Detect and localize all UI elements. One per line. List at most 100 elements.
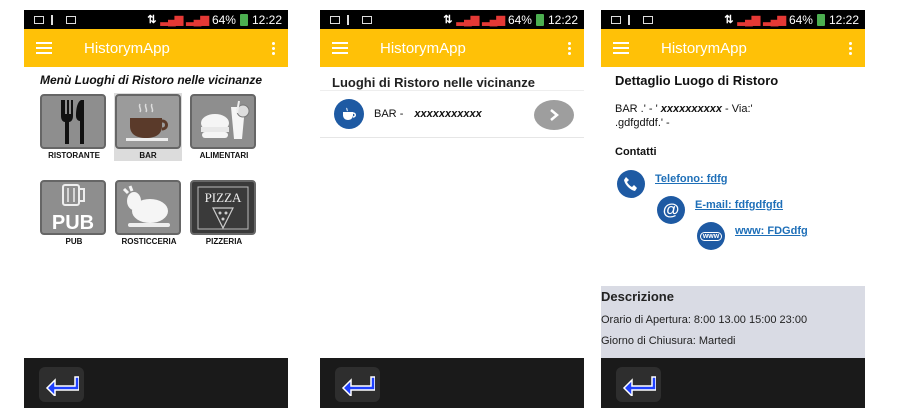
bottom-bar <box>601 358 865 408</box>
data-transfer-icon: ⇅ <box>443 14 453 26</box>
beer-mug-icon: PUB <box>40 180 106 235</box>
tile-label: ROSTICCERIA <box>121 237 177 246</box>
phone-link[interactable]: Telefono: fdfg <box>655 173 728 185</box>
screen-icon <box>611 15 621 24</box>
menu-icon[interactable] <box>36 42 52 54</box>
battery-percent: 64% <box>211 12 236 27</box>
address: BAR .' - ' xxxxxxxxxx - Via:' .gdfgdfdf.… <box>601 88 865 130</box>
cutlery-icon <box>40 94 106 149</box>
signal-icon-2: ▂▄▆ <box>482 14 505 26</box>
opening-hours: Orario di Apertura: 8:00 13.00 15:00 23:… <box>601 314 808 326</box>
overflow-menu-icon[interactable] <box>272 41 276 55</box>
tile-label: ALIMENTARI <box>199 151 249 160</box>
page-title: Dettaglio Luogo di Ristoro <box>615 73 779 88</box>
phone-screen-menu: ⇅ ▂▄▆ ▂▄▆ 64% 12:22 HistorymApp Menù Luo… <box>24 10 288 408</box>
signal-icon: ▂▄▆ <box>160 14 184 26</box>
tile-pub[interactable]: PUB PUB <box>40 180 108 246</box>
list-item-text: BAR - xxxxxxxxxxx <box>374 108 482 120</box>
clock: 12:22 <box>547 12 578 27</box>
web-contact[interactable]: www www: FDGdfg <box>697 222 808 250</box>
svg-text:PIZZA: PIZZA <box>205 190 242 205</box>
menu-icon[interactable] <box>613 42 629 54</box>
app-title: HistorymApp <box>84 39 170 57</box>
web-link[interactable]: www: FDGdfg <box>735 225 808 237</box>
overflow-menu-icon[interactable] <box>849 41 853 55</box>
email-icon: @ <box>657 196 685 224</box>
battery-icon <box>816 13 825 26</box>
mail-icon <box>362 15 372 24</box>
clock: 12:22 <box>251 12 282 27</box>
signal-icon-2: ▂▄▆ <box>763 14 786 26</box>
app-title: HistorymApp <box>661 39 747 57</box>
coffee-cup-icon <box>115 94 181 149</box>
svg-text:PUB: PUB <box>52 212 94 233</box>
description-heading: Descrizione <box>601 289 674 304</box>
usb-icon <box>628 14 636 25</box>
usb-icon <box>51 14 59 25</box>
clock: 12:22 <box>828 12 859 27</box>
battery-icon <box>239 13 248 26</box>
back-button[interactable] <box>335 367 380 402</box>
tile-label: PUB <box>65 237 83 246</box>
address-line2: .gdfgdfdf.' - <box>615 117 670 129</box>
battery-percent: 64% <box>507 12 532 27</box>
phone-screen-detail: ⇅ ▂▄▆ ▂▄▆ 64% 12:22 HistorymApp Dettagli… <box>601 10 865 408</box>
tile-label: BAR <box>139 151 157 160</box>
usb-icon <box>347 14 355 25</box>
phone-screen-list: ⇅ ▂▄▆ ▂▄▆ 64% 12:22 HistorymApp Luoghi d… <box>320 10 584 408</box>
burger-drink-icon <box>190 94 256 149</box>
tile-alimentari[interactable]: ALIMENTARI <box>190 94 258 160</box>
status-bar: ⇅ ▂▄▆ ▂▄▆ 64% 12:22 <box>320 10 584 29</box>
back-button[interactable] <box>39 367 84 402</box>
data-transfer-icon: ⇅ <box>724 14 734 26</box>
list-item-separator: - <box>399 108 404 120</box>
back-arrow-icon <box>622 375 656 396</box>
roast-chicken-icon <box>115 180 181 235</box>
tile-label: PIZZERIA <box>205 237 243 246</box>
web-icon: www <box>697 222 725 250</box>
address-prefix: BAR .' - ' <box>615 103 658 115</box>
status-bar: ⇅ ▂▄▆ ▂▄▆ 64% 12:22 <box>601 10 865 29</box>
screen-icon <box>34 15 44 24</box>
contacts-heading: Contatti <box>615 146 657 158</box>
mail-icon <box>643 15 653 24</box>
battery-percent: 64% <box>788 12 813 27</box>
list-item-name: xxxxxxxxxxx <box>414 108 482 120</box>
email-link[interactable]: E-mail: fdfgdfgfd <box>695 199 783 211</box>
address-suffix: - Via:' <box>725 103 753 115</box>
tile-pizzeria[interactable]: PIZZA PIZZERIA <box>190 180 258 246</box>
tile-bar[interactable]: BAR <box>114 93 182 161</box>
page-title: Luoghi di Ristoro nelle vicinanze <box>332 75 535 90</box>
app-bar: HistorymApp <box>601 29 865 67</box>
bottom-bar <box>24 358 288 408</box>
bottom-bar <box>320 358 584 408</box>
email-contact[interactable]: @ E-mail: fdfgdfgfd <box>657 196 783 224</box>
mail-icon <box>66 15 76 24</box>
overflow-menu-icon[interactable] <box>568 41 572 55</box>
app-title: HistorymApp <box>380 39 466 57</box>
screen-icon <box>330 15 340 24</box>
back-arrow-icon <box>341 375 375 396</box>
status-bar: ⇅ ▂▄▆ ▂▄▆ 64% 12:22 <box>24 10 288 29</box>
tile-rosticceria[interactable]: ROSTICCERIA <box>115 180 183 246</box>
chevron-right-icon <box>550 109 559 121</box>
description-panel: Descrizione Orario di Apertura: 8:00 13.… <box>601 286 865 358</box>
coffee-cup-icon <box>334 99 364 129</box>
open-detail-button[interactable] <box>534 100 574 130</box>
phone-contact[interactable]: Telefono: fdfg <box>617 170 728 198</box>
pizza-icon: PIZZA <box>190 180 256 235</box>
battery-icon <box>535 13 544 26</box>
signal-icon: ▂▄▆ <box>737 14 761 26</box>
phone-icon <box>617 170 645 198</box>
back-arrow-icon <box>45 375 79 396</box>
list-item-type: BAR <box>374 108 397 120</box>
menu-icon[interactable] <box>332 42 348 54</box>
back-button[interactable] <box>616 367 661 402</box>
signal-icon-2: ▂▄▆ <box>186 14 209 26</box>
address-name: xxxxxxxxxx <box>660 103 722 115</box>
tile-ristorante[interactable]: RISTORANTE <box>40 94 108 160</box>
page-title: Menù Luoghi di Ristoro nelle vicinanze <box>40 73 263 87</box>
tile-label: RISTORANTE <box>48 151 100 160</box>
app-bar: HistorymApp <box>24 29 288 67</box>
list-item[interactable]: BAR - xxxxxxxxxxx <box>320 90 584 138</box>
